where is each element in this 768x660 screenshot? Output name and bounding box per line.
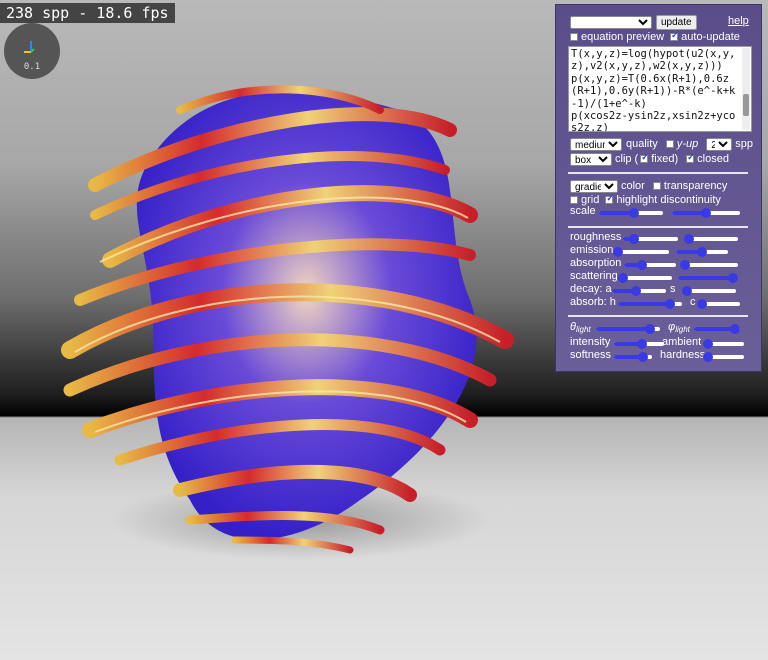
equation-editor[interactable]: T(x,y,z)=log(hypot(u2(x,y,z),v2(x,y,z),w… xyxy=(568,46,752,132)
gizmo-scale-label: 0.1 xyxy=(23,62,41,72)
emission-label: emission xyxy=(570,244,614,256)
slider-knob[interactable] xyxy=(645,324,656,334)
softness-label: softness xyxy=(570,349,611,361)
quality-select[interactable]: medium xyxy=(570,137,622,151)
slider-fill xyxy=(618,302,671,306)
spp-select[interactable]: 2⁸ xyxy=(706,137,733,151)
phi-light-slider[interactable] xyxy=(694,324,741,334)
code-line: p(xcos2z-ysin2z,xsin2z+ycos2z,z) xyxy=(571,110,736,132)
update-button[interactable]: update xyxy=(656,14,697,30)
slider-knob[interactable] xyxy=(727,273,738,283)
slider-knob[interactable] xyxy=(701,208,711,218)
slider-fill xyxy=(596,327,651,331)
slider-knob[interactable] xyxy=(617,273,628,283)
scrollbar-thumb[interactable] xyxy=(743,94,749,116)
intensity-label: intensity xyxy=(570,336,611,348)
slider-knob[interactable] xyxy=(613,247,623,257)
scale-label: scale xyxy=(570,205,596,217)
quality-label: quality xyxy=(626,138,658,150)
spp-label: spp xyxy=(735,138,753,150)
grid-checkbox[interactable] xyxy=(570,196,578,204)
scattering-slider-2[interactable] xyxy=(678,273,738,283)
axis-gizmo[interactable]: 0.1 xyxy=(4,23,60,79)
closed-label: closed xyxy=(697,153,729,165)
absorb-h-label: absorb: h xyxy=(570,296,616,308)
roughness-label: roughness xyxy=(570,231,622,243)
absorption-slider-2[interactable] xyxy=(679,260,738,270)
roughness-slider-1[interactable] xyxy=(623,234,678,244)
scale-slider-1[interactable] xyxy=(599,208,663,218)
slider-knob[interactable] xyxy=(631,286,642,296)
y-up-checkbox[interactable] xyxy=(665,140,674,148)
absorb-c-label: c xyxy=(690,296,696,308)
scattering-label: scattering xyxy=(570,270,618,282)
slider-knob[interactable] xyxy=(683,234,694,244)
render-viewport[interactable]: 238 spp - 18.6 fps 0.1 update help equat… xyxy=(0,0,768,660)
clip-label: clip ( xyxy=(615,153,639,165)
decay-s-slider[interactable] xyxy=(681,286,736,296)
slider-knob[interactable] xyxy=(702,352,713,362)
scale-slider-2[interactable] xyxy=(672,208,740,218)
slider-knob[interactable] xyxy=(679,260,690,270)
slider-fill xyxy=(694,327,736,331)
slider-knob[interactable] xyxy=(697,247,707,257)
slider-knob[interactable] xyxy=(702,339,713,349)
slider-knob[interactable] xyxy=(681,286,692,296)
clip-select[interactable]: box xyxy=(570,152,612,166)
code-line: T(x,y,z)=log(hypot(u2(x,y,z),v2(x,y,z),w… xyxy=(571,48,736,73)
hardness-label: hardness xyxy=(660,349,706,361)
absorption-slider-1[interactable] xyxy=(624,260,676,270)
equation-preview-checkbox[interactable] xyxy=(570,33,578,41)
slider-knob[interactable] xyxy=(629,234,639,244)
slider-knob[interactable] xyxy=(637,352,648,362)
slider-knob[interactable] xyxy=(697,299,707,309)
roughness-slider-2[interactable] xyxy=(683,234,738,244)
decay-a-label: decay: a xyxy=(570,283,612,295)
softness-slider[interactable] xyxy=(614,352,652,362)
divider xyxy=(568,315,748,317)
slider-knob[interactable] xyxy=(730,324,741,334)
highlight-discontinuity-label: highlight discontinuity xyxy=(616,194,721,206)
absorption-label: absorption xyxy=(570,257,622,269)
slider-fill xyxy=(678,276,733,280)
clip-fixed-checkbox[interactable] xyxy=(640,152,649,163)
slider-knob[interactable] xyxy=(637,260,648,270)
slider-knob[interactable] xyxy=(665,299,676,309)
scattering-slider-1[interactable] xyxy=(617,273,672,283)
fps-counter: 238 spp - 18.6 fps xyxy=(0,3,175,23)
color-label: color xyxy=(621,180,645,192)
auto-update-label: auto-update xyxy=(681,31,740,43)
decay-s-label: s xyxy=(670,283,676,295)
editor-scrollbar[interactable] xyxy=(742,48,750,130)
intensity-slider[interactable] xyxy=(614,339,664,349)
help-link[interactable]: help xyxy=(728,15,749,27)
ambient-slider[interactable] xyxy=(702,339,744,349)
highlight-discontinuity-checkbox[interactable] xyxy=(605,193,614,204)
divider xyxy=(568,172,748,174)
theta-light-slider[interactable] xyxy=(596,324,660,334)
transparency-checkbox[interactable] xyxy=(652,182,661,190)
code-line: p(x,y,z)=T(0.6x(R+1),0.6z(R+1),0.6y(R+1)… xyxy=(571,72,736,110)
emission-slider-1[interactable] xyxy=(613,247,669,257)
control-panel: update help equation preview auto-update… xyxy=(555,4,762,372)
absorb-h-slider[interactable] xyxy=(618,299,682,309)
slider-knob[interactable] xyxy=(636,339,647,349)
absorb-c-slider[interactable] xyxy=(697,299,740,309)
equation-select[interactable] xyxy=(570,15,652,29)
slider-knob[interactable] xyxy=(629,208,640,218)
clip-fixed-label: fixed) xyxy=(651,153,679,165)
divider xyxy=(568,226,748,228)
equation-preview-label: equation preview xyxy=(581,31,665,43)
color-select[interactable]: gradient xyxy=(570,179,618,193)
phi-light-label: φlight xyxy=(668,321,690,334)
ambient-label: ambient xyxy=(662,336,702,348)
emission-slider-2[interactable] xyxy=(676,247,728,257)
theta-light-label: θlight xyxy=(570,321,591,334)
hardness-slider[interactable] xyxy=(702,352,744,362)
y-up-label: y-up xyxy=(676,138,699,150)
transparency-label: transparency xyxy=(663,180,728,192)
auto-update-checkbox[interactable] xyxy=(670,30,679,41)
decay-a-slider[interactable] xyxy=(612,286,666,296)
closed-checkbox[interactable] xyxy=(686,152,695,163)
